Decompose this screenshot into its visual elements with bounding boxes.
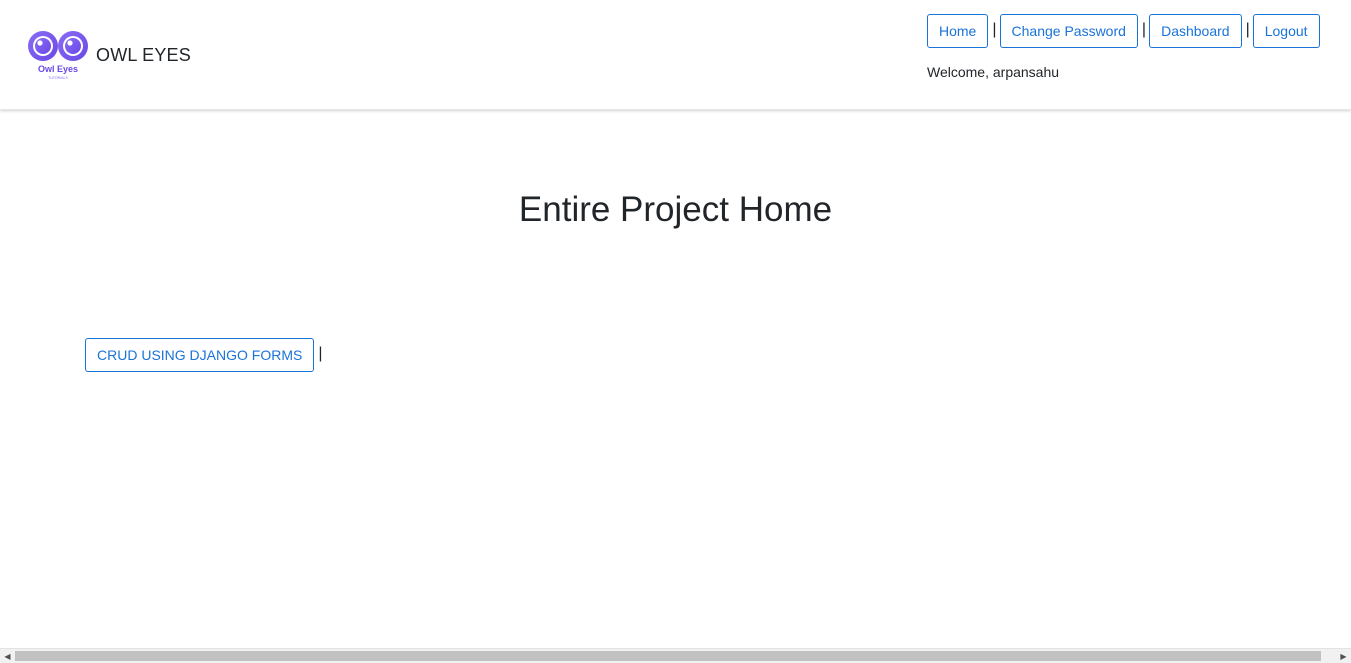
- brand-link[interactable]: Owl Eyes TUTORIALS OWL EYES: [26, 28, 191, 82]
- nav-change-password-button[interactable]: Change Password: [999, 14, 1138, 48]
- nav-links: Home | Change Password | Dashboard | Log…: [927, 14, 1320, 48]
- page: Owl Eyes TUTORIALS OWL EYES Home | Chang…: [0, 0, 1351, 663]
- nav-separator: |: [992, 21, 997, 38]
- scroll-left-arrow-icon[interactable]: ◀: [0, 649, 15, 663]
- owl-eyes-logo-icon: Owl Eyes TUTORIALS: [28, 31, 88, 80]
- logo-text: Owl Eyes: [38, 64, 78, 74]
- nav-home-button[interactable]: Home: [927, 14, 989, 48]
- crud-django-forms-button[interactable]: CRUD USING DJANGO FORMS: [85, 338, 315, 372]
- project-links: CRUD USING DJANGO FORMS |: [85, 338, 326, 372]
- link-separator: |: [318, 345, 323, 362]
- brand-text: OWL EYES: [96, 45, 191, 65]
- page-title: Entire Project Home: [518, 190, 833, 229]
- nav-separator: |: [1245, 21, 1250, 38]
- welcome-message: Welcome, arpansahu: [927, 64, 1060, 80]
- nav-separator: |: [1141, 21, 1147, 38]
- horizontal-scrollbar[interactable]: ◀ ▶: [0, 648, 1351, 663]
- nav-dashboard-button[interactable]: Dashboard: [1149, 14, 1242, 48]
- logo-subtext: TUTORIALS: [48, 76, 68, 80]
- nav-logout-button[interactable]: Logout: [1252, 14, 1320, 48]
- navbar: Owl Eyes TUTORIALS OWL EYES Home | Chang…: [0, 0, 1351, 110]
- scroll-right-arrow-icon[interactable]: ▶: [1336, 649, 1351, 663]
- scrollbar-thumb[interactable]: [15, 651, 1321, 661]
